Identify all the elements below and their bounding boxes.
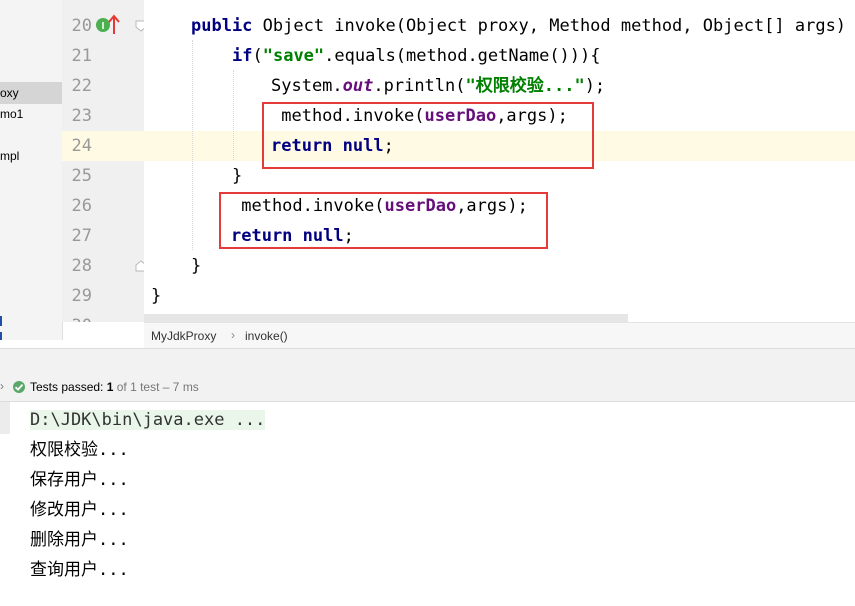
tests-status-text: Tests passed: 1 of 1 test – 7 ms [30,380,199,394]
tree-marker-icon [0,332,2,340]
code-token: public [191,16,253,36]
line-number: 26 [71,196,92,216]
tests-total-text: of 1 test [116,380,160,394]
code-line-28: } [191,251,201,281]
console-line: 修改用户... [30,500,129,520]
tests-status-label: Tests passed: [30,380,104,394]
code-line-20: public Object invoke(Object proxy, Metho… [191,11,855,41]
console-line: 权限校验... [30,440,129,460]
indent-guide [233,70,234,160]
code-token: } [191,256,202,276]
highlight-box-inner [262,102,594,169]
code-line-25: } [232,161,242,191]
tree-item-label: mpl [0,149,20,163]
code-token: ); [584,76,606,96]
code-token: System. [271,76,343,96]
console-line: 删除用户... [30,530,129,550]
tool-strip-icon[interactable]: › [0,379,4,393]
line-number: 29 [71,286,92,306]
code-line-29: } [151,281,161,311]
console-line-command: D:\JDK\bin\java.exe ... [30,405,266,435]
console-line: 查询用户... [30,560,129,580]
tree-marker-icon [0,316,2,326]
indent-guide [192,40,193,250]
line-number: 30 [62,311,92,322]
code-token: out [342,76,374,96]
line-number: 23 [71,106,92,126]
line-number: 20 [71,16,92,36]
breadcrumb-separator: › [231,328,235,342]
tree-item-demo1[interactable]: mo1 [0,103,62,125]
code-token: .println( [373,76,466,96]
console-toolbar-strip [0,402,10,434]
tests-passed-icon [13,381,25,393]
tree-item-myjdkproxy[interactable]: oxy [0,82,62,104]
line-number: 22 [71,76,92,96]
code-token: "save" [262,46,325,66]
line-number: 25 [71,166,92,186]
code-token: } [232,166,243,186]
code-line-22: System.out.println("权限校验..."); [271,71,605,101]
line-number: 24 [71,136,92,156]
tests-passed-count: 1 [106,380,114,394]
override-up-arrow-icon[interactable] [108,13,120,35]
code-token: ( [252,46,263,66]
line-number: 27 [71,226,92,246]
line-number: 21 [71,46,92,66]
tests-duration: – 7 ms [162,380,199,394]
code-token: if [232,46,253,66]
code-token: } [151,286,162,306]
code-token: "权限校验..." [465,76,585,96]
console-output[interactable]: D:\JDK\bin\java.exe ... 权限校验... 保存用户... … [0,402,855,606]
console-command-text: D:\JDK\bin\java.exe ... [30,410,266,430]
tree-item-label: oxy [0,86,19,100]
code-token: Object invoke(Object proxy, Method metho… [252,16,855,36]
console-line: 保存用户... [30,470,129,490]
svg-text:I: I [102,21,105,32]
run-tool-window-header [0,348,855,374]
breadcrumb: MyJdkProxy › invoke() [144,322,855,349]
breadcrumb-class[interactable]: MyJdkProxy [151,329,216,343]
code-token: .equals(method.getName())){ [324,46,601,66]
tree-item-impl[interactable]: mpl [0,145,62,167]
editor-horizontal-scrollbar[interactable] [144,314,628,322]
highlight-box-outer [219,192,548,249]
tree-item-label: mo1 [0,107,24,121]
code-line-21: if("save".equals(method.getName())){ [232,41,601,71]
line-number: 28 [71,256,92,276]
breadcrumb-method[interactable]: invoke() [245,329,288,343]
project-tree-panel: oxy mo1 mpl [0,0,63,340]
run-status-bar: › Tests passed: 1 of 1 test – 7 ms [0,373,855,402]
